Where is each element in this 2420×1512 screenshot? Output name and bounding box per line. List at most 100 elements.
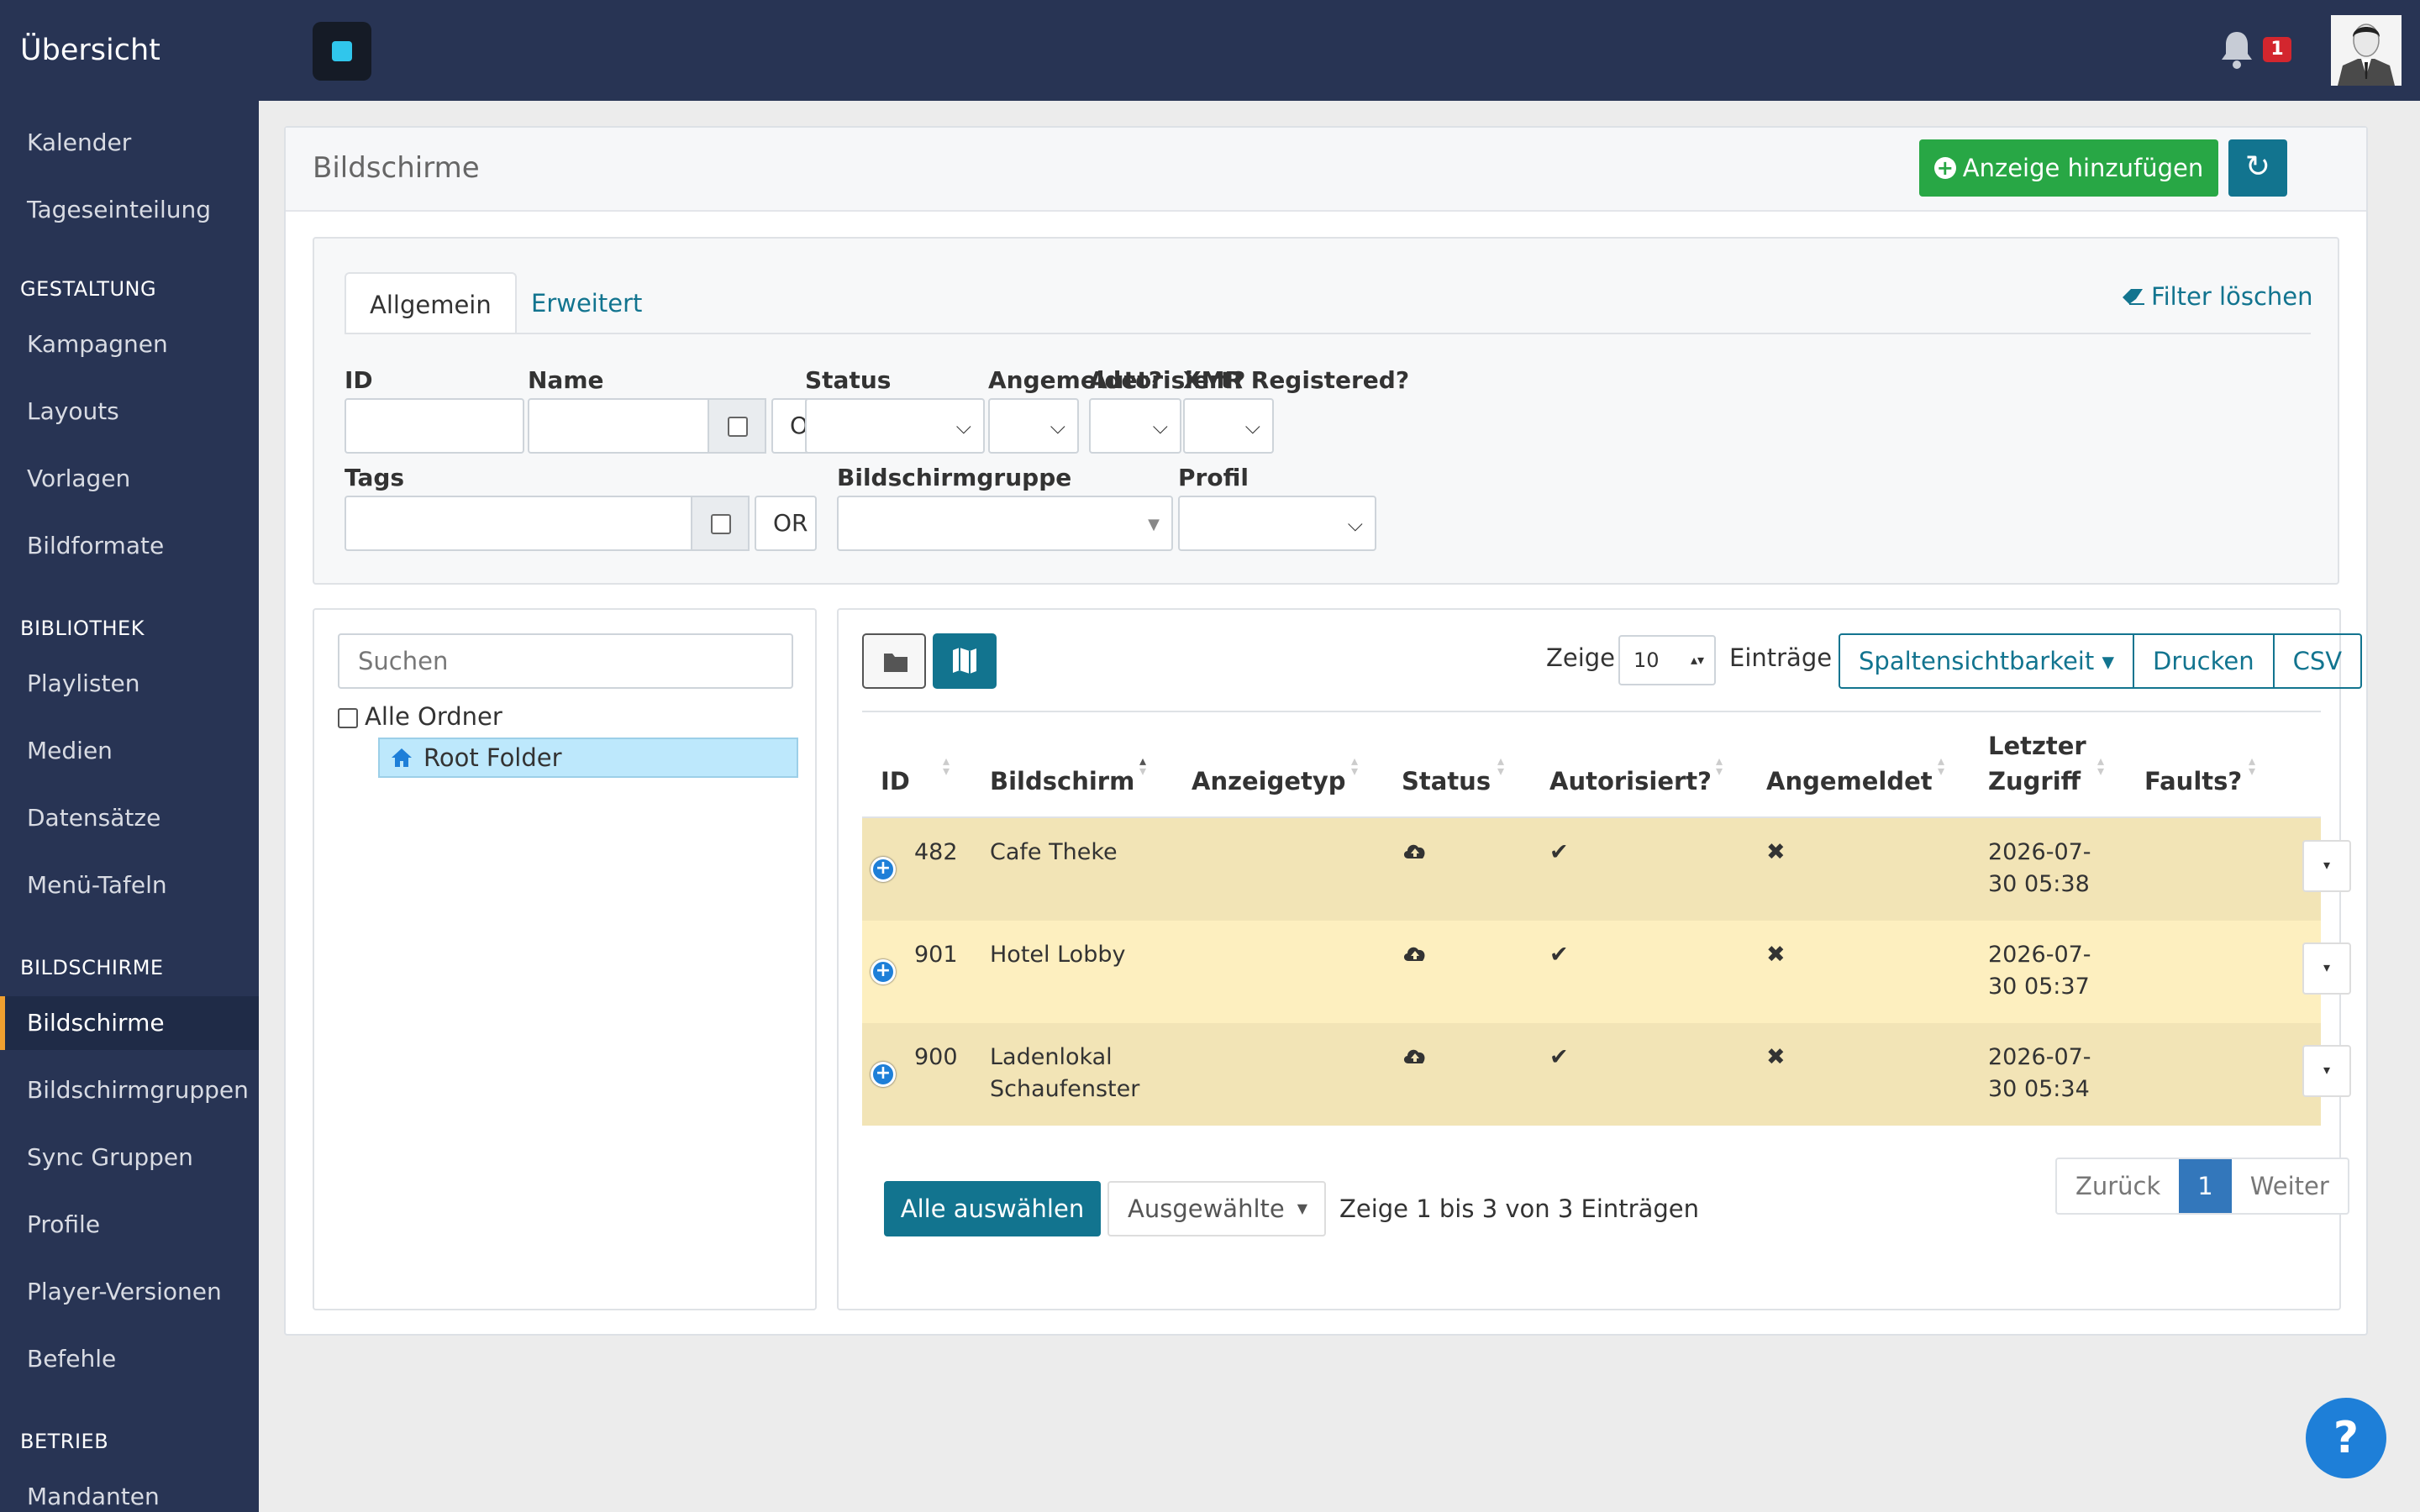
column-id[interactable]: ID [881, 764, 910, 798]
column-visibility-button[interactable]: Spaltensichtbarkeit ▾ [1840, 635, 2135, 687]
column-display-type[interactable]: Anzeigetyp [1192, 764, 1346, 798]
cell-last-access-time: 30 05:37 [1988, 974, 2090, 1000]
sidebar-item-playlisten[interactable]: Playlisten [0, 657, 259, 711]
tab-erweitert[interactable]: Erweitert [508, 272, 666, 334]
sidebar-item-sync-gruppen[interactable]: Sync Gruppen [0, 1131, 259, 1184]
logged-in-select[interactable]: ⌵ [988, 398, 1079, 454]
help-button[interactable]: ? [2306, 1398, 2386, 1478]
sidebar-header-gestaltung: GESTALTUNG [20, 277, 157, 301]
column-status[interactable]: Status [1402, 764, 1491, 798]
column-logged-in[interactable]: Angemeldet [1766, 764, 1933, 798]
table-row[interactable]: + 901 Hotel Lobby ✔ ✖ 2026-07- 30 05:37 … [862, 921, 2351, 1023]
map-view-button[interactable] [933, 633, 997, 689]
xmr-registered-select[interactable]: ⌵ [1183, 398, 1274, 454]
select-all-button[interactable]: Alle auswählen [884, 1181, 1101, 1236]
id-input[interactable] [345, 398, 524, 454]
panel-header: Bildschirme + Anzeige hinzufügen (Code) ↻ [286, 128, 2366, 239]
folder-view-button[interactable] [862, 633, 926, 689]
pagination-next[interactable]: Weiter [2232, 1159, 2348, 1213]
authorized-select[interactable]: ⌵ [1089, 398, 1181, 454]
brand-title[interactable]: Übersicht [20, 0, 160, 101]
selected-actions-dropdown[interactable]: Ausgewählte ▼ [1107, 1181, 1326, 1236]
tab-allgemein[interactable]: Allgemein [345, 272, 517, 334]
name-exact-checkbox[interactable] [708, 398, 766, 454]
name-input[interactable] [528, 398, 709, 454]
page-size-select[interactable]: 10 ▴▾ [1618, 635, 1716, 685]
sort-icon: ▴ ▾ [1938, 753, 1945, 779]
clear-filter-link[interactable]: Filter löschen [2121, 282, 2313, 311]
sidebar-item-bildschirme[interactable]: Bildschirme [0, 996, 259, 1050]
sidebar-item-kalender[interactable]: Kalender [0, 116, 259, 170]
print-button[interactable]: Drucken [2134, 635, 2275, 687]
table-row[interactable]: + 900 Ladenlokal Schaufenster ✔ ✖ 2026-0… [862, 1023, 2351, 1126]
page-title: Bildschirme [313, 151, 480, 185]
status-select[interactable]: ⌵ [805, 398, 985, 454]
tabs-divider [345, 333, 2311, 334]
pagination-prev[interactable]: Zurück [2057, 1159, 2179, 1213]
sidebar-item-menue-tafeln[interactable]: Menü-Tafeln [0, 858, 259, 912]
root-folder-node[interactable]: Root Folder [378, 738, 798, 778]
label-name: Name [528, 366, 604, 394]
add-display-label: Anzeige hinzufügen (Code) [1962, 154, 2204, 239]
sidebar-item-profile[interactable]: Profile [0, 1198, 259, 1252]
sidebar-item-medien[interactable]: Medien [0, 724, 259, 778]
cell-last-access: 2026-07- [1988, 839, 2091, 865]
sidebar-item-bildschirmgruppen[interactable]: Bildschirmgruppen [0, 1063, 259, 1117]
label-profile: Profil [1178, 464, 1249, 491]
sidebar-header-bildschirme: BILDSCHIRME [20, 956, 164, 979]
cloud-upload-icon [1403, 947, 1425, 961]
sidebar-item-bildformate[interactable]: Bildformate [0, 519, 259, 573]
checkbox-icon [338, 708, 358, 728]
column-last-access-line1[interactable]: Letzter [1988, 729, 2086, 763]
expand-row-icon[interactable]: + [871, 1062, 896, 1087]
check-icon: ✔ [1549, 1044, 1569, 1070]
display-group-select[interactable]: ▼ [837, 496, 1173, 551]
tags-exact-checkbox[interactable] [691, 496, 750, 551]
table-row[interactable]: + 482 Cafe Theke ✔ ✖ 2026-07- 30 05:38 ▾ [862, 818, 2351, 921]
expand-row-icon[interactable]: + [871, 959, 896, 984]
cloud-upload-icon [1403, 1049, 1425, 1063]
bell-icon[interactable] [2218, 29, 2255, 71]
app-logo-icon[interactable] [313, 22, 371, 81]
pagination: Zurück 1 Weiter [2055, 1158, 2349, 1215]
all-folders-label: Alle Ordner [365, 702, 502, 731]
sidebar-item-tageseinteilung[interactable]: Tageseinteilung [0, 183, 259, 237]
profile-select[interactable]: ⌵ [1178, 496, 1376, 551]
sidebar-header-betrieb: BETRIEB [20, 1430, 109, 1453]
pagination-page-1[interactable]: 1 [2179, 1159, 2232, 1213]
label-xmr-registered: XMR Registered? [1183, 366, 1410, 394]
expand-row-icon[interactable]: + [871, 857, 896, 882]
column-authorized[interactable]: Autorisiert? [1549, 764, 1712, 798]
tags-input[interactable] [345, 496, 692, 551]
sidebar-item-datensaetze[interactable]: Datensätze [0, 791, 259, 845]
sidebar-item-layouts[interactable]: Layouts [0, 385, 259, 438]
sidebar-item-player-versionen[interactable]: Player-Versionen [0, 1265, 259, 1319]
folder-search-input[interactable]: Suchen [338, 633, 793, 689]
sidebar-item-mandanten[interactable]: Mandanten [0, 1470, 259, 1512]
column-last-access-line2[interactable]: Zugriff [1988, 764, 2081, 798]
sidebar-item-befehle[interactable]: Befehle [0, 1332, 259, 1386]
cell-display-name: Ladenlokal [990, 1044, 1113, 1070]
label-id: ID [345, 366, 373, 394]
refresh-button[interactable]: ↻ [2228, 139, 2287, 197]
add-display-button[interactable]: + Anzeige hinzufügen (Code) [1919, 139, 2218, 239]
cross-icon: ✖ [1766, 839, 1786, 865]
label-display-group: Bildschirmgruppe [837, 464, 1072, 491]
page-size-value: 10 [1634, 648, 1660, 672]
column-faults[interactable]: Faults? [2144, 764, 2242, 798]
row-actions-dropdown[interactable]: ▾ [2302, 1045, 2351, 1097]
chevron-down-icon: ⌵ [1244, 415, 1260, 438]
entries-label: Einträge [1729, 643, 1833, 672]
sidebar-item-vorlagen[interactable]: Vorlagen [0, 452, 259, 506]
row-actions-dropdown[interactable]: ▾ [2302, 942, 2351, 995]
sidebar-item-kampagnen[interactable]: Kampagnen [0, 318, 259, 371]
column-display[interactable]: Bildschirm [990, 764, 1134, 798]
all-folders-checkbox[interactable]: Alle Ordner [338, 702, 502, 731]
sort-icon: ▴ ▾ [2097, 753, 2105, 779]
tags-operator-select[interactable]: OR [755, 496, 817, 551]
sort-icon: ▴ ▾ [1351, 753, 1359, 779]
check-icon: ✔ [1549, 942, 1569, 968]
row-actions-dropdown[interactable]: ▾ [2302, 840, 2351, 892]
avatar[interactable] [2331, 15, 2402, 86]
csv-button[interactable]: CSV [2275, 635, 2361, 687]
